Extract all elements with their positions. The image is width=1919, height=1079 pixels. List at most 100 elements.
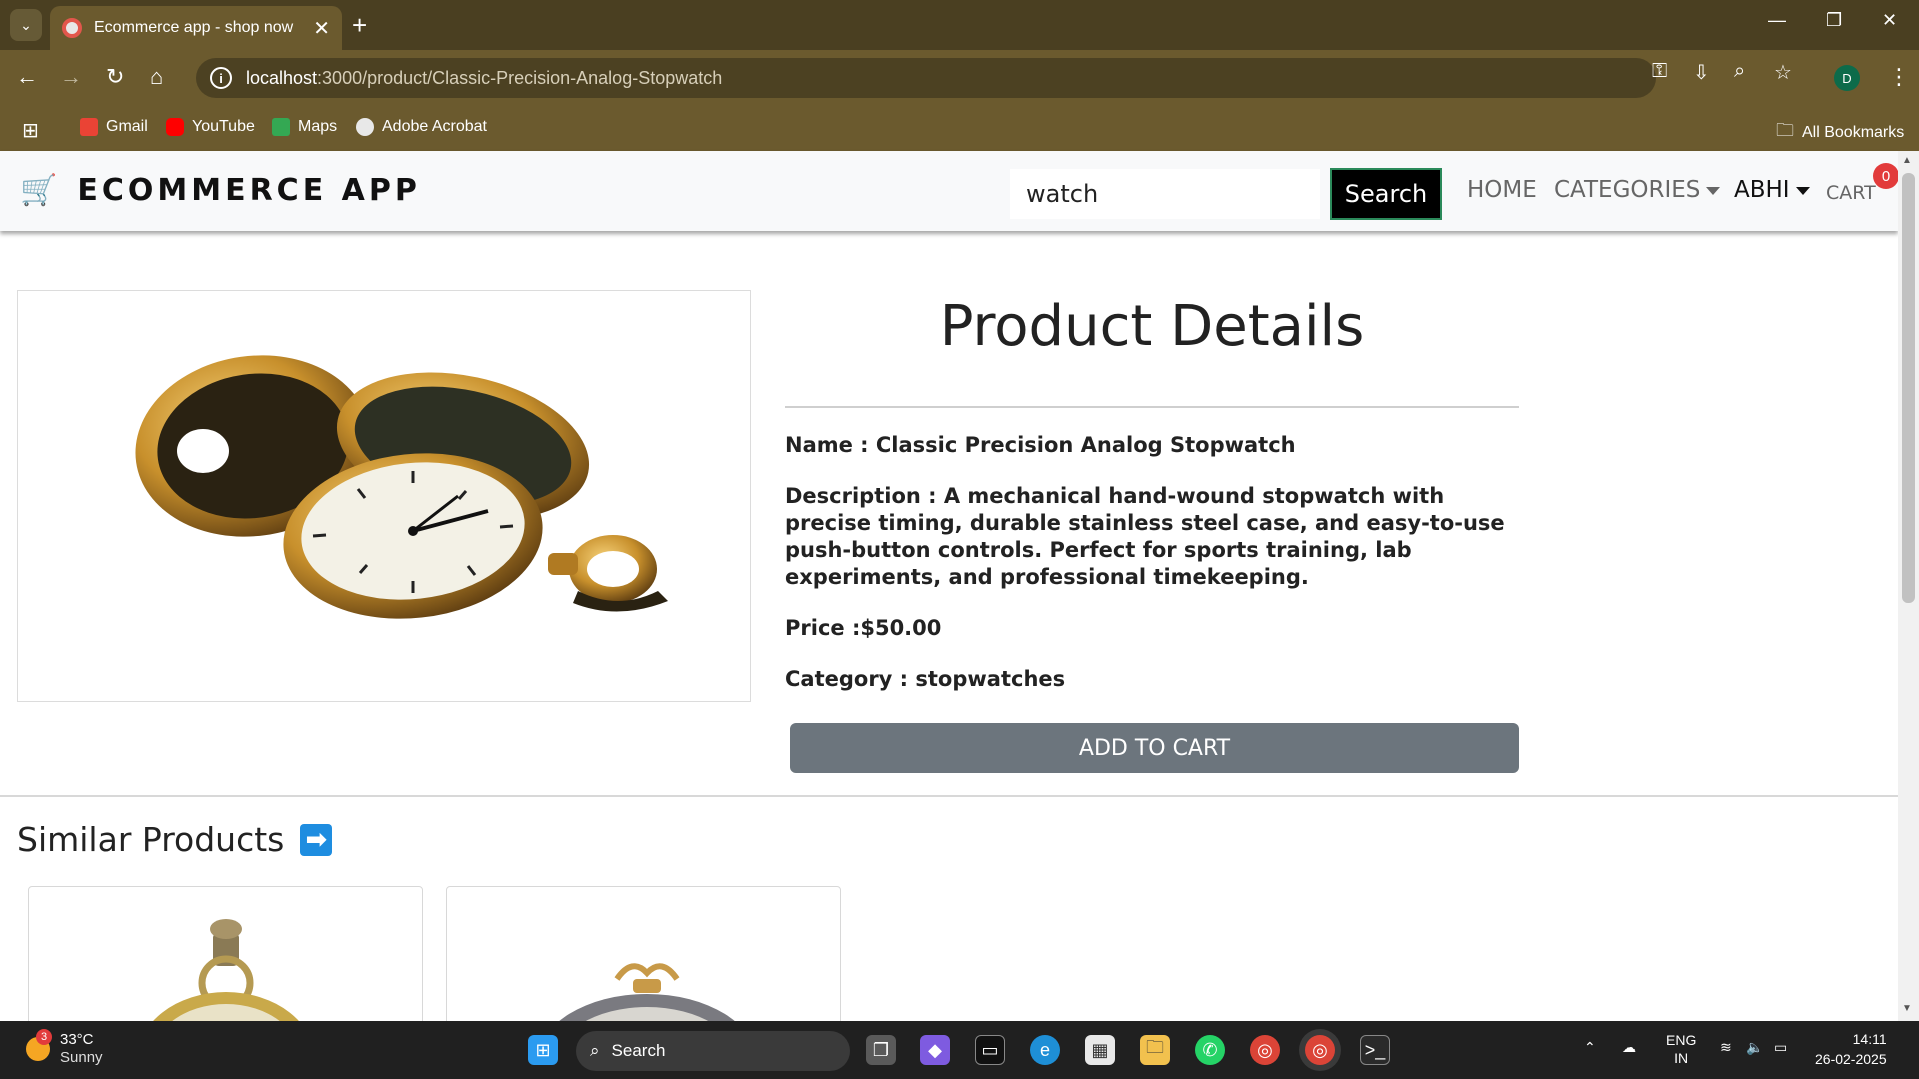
tab-favicon-icon: [62, 18, 82, 38]
browser-toolbar: ← → ↻ ⌂ i localhost:3000/product/Classic…: [0, 50, 1919, 106]
similar-product-card[interactable]: [28, 886, 423, 1026]
taskbar-search-label: Search: [611, 1041, 666, 1060]
battery-icon[interactable]: ▭: [1774, 1039, 1787, 1056]
similar-products-title: Similar Products: [17, 820, 285, 859]
product-details-heading: Product Details: [939, 294, 1365, 359]
restore-icon[interactable]: ❐: [1826, 10, 1842, 31]
details-divider: [785, 406, 1519, 408]
search-button[interactable]: Search: [1330, 168, 1442, 220]
zoom-icon[interactable]: ⌕: [1734, 60, 1745, 83]
maps-icon: [272, 118, 290, 136]
terminal-window-icon[interactable]: ▭: [975, 1035, 1005, 1065]
bookmark-maps[interactable]: Maps: [272, 118, 337, 136]
password-key-icon[interactable]: ⚿: [1652, 60, 1667, 83]
similar-product-image: [149, 919, 303, 1025]
bookmark-youtube[interactable]: YouTube: [166, 118, 255, 136]
site-info-icon[interactable]: i: [210, 67, 232, 89]
nav-cart[interactable]: CART: [1826, 182, 1876, 204]
product-price: Price :$50.00: [785, 616, 942, 640]
bookmark-star-icon[interactable]: ☆: [1774, 60, 1792, 85]
cart-count-badge: 0: [1873, 163, 1899, 189]
volume-icon[interactable]: 🔈: [1746, 1039, 1763, 1056]
weather-desc: Sunny: [60, 1049, 103, 1066]
shopping-cart-icon: 🛒: [20, 174, 58, 207]
nav-user-dropdown[interactable]: ABHI: [1734, 177, 1810, 203]
brand-link[interactable]: 🛒 ECOMMERCE APP: [20, 173, 421, 208]
gmail-icon: [80, 118, 98, 136]
product-details: Product Details Name : Classic Precision…: [785, 290, 1519, 693]
chrome-icon[interactable]: ◎: [1250, 1035, 1280, 1065]
scroll-thumb[interactable]: [1902, 173, 1915, 603]
apps-grid-icon[interactable]: ⊞: [22, 118, 39, 143]
browser-menu-icon[interactable]: ⋮: [1888, 64, 1910, 90]
command-prompt-icon[interactable]: >_: [1360, 1035, 1390, 1065]
windows-start-icon[interactable]: ⊞: [528, 1035, 558, 1065]
similar-products-heading: Similar Products ➡: [17, 820, 333, 859]
product-image: [17, 290, 751, 702]
weather-temp: 33°C: [60, 1031, 94, 1048]
folder-icon: 🗀: [1776, 120, 1794, 140]
taskbar-search[interactable]: ⌕ Search: [576, 1031, 850, 1071]
sun-icon: 3: [26, 1029, 52, 1061]
close-tab-icon[interactable]: ✕: [313, 16, 330, 41]
pocket-watch-image: [135, 355, 668, 619]
nav-home[interactable]: HOME: [1467, 177, 1537, 203]
wifi-icon[interactable]: ≋: [1720, 1039, 1732, 1056]
bookmarks-bar: ⊞ Gmail YouTube Maps Adobe Acrobat 🗀 All …: [0, 106, 1919, 151]
right-arrow-icon: ➡: [300, 823, 333, 856]
new-tab-icon[interactable]: +: [352, 10, 367, 40]
store-icon[interactable]: ▦: [1085, 1035, 1115, 1065]
weather-widget[interactable]: 3 33°C Sunny: [26, 1029, 103, 1067]
clock-time: 14:11: [1852, 1031, 1887, 1047]
install-app-icon[interactable]: ⇩: [1693, 60, 1710, 85]
youtube-icon: [166, 118, 184, 136]
language-indicator[interactable]: ENG IN: [1666, 1031, 1696, 1067]
system-clock[interactable]: 14:11 26-02-2025: [1815, 1029, 1887, 1069]
nav-categories-label: CATEGORIES: [1554, 177, 1701, 203]
copilot-icon[interactable]: ◆: [920, 1035, 950, 1065]
clock-date: 26-02-2025: [1815, 1051, 1887, 1067]
edge-icon[interactable]: e: [1030, 1035, 1060, 1065]
browser-tab[interactable]: Ecommerce app - shop now ✕: [50, 6, 342, 50]
scroll-up-icon[interactable]: ▲: [1902, 155, 1912, 166]
add-to-cart-button[interactable]: ADD TO CART: [790, 723, 1519, 773]
brand-name: ECOMMERCE APP: [77, 173, 421, 208]
tab-title: Ecommerce app - shop now: [94, 19, 294, 36]
section-divider: [0, 795, 1898, 797]
forward-icon[interactable]: →: [60, 64, 82, 90]
address-bar[interactable]: i localhost:3000/product/Classic-Precisi…: [196, 58, 1656, 98]
task-view-icon[interactable]: ❐: [866, 1035, 896, 1065]
whatsapp-icon[interactable]: ✆: [1195, 1035, 1225, 1065]
minimize-icon[interactable]: —: [1768, 10, 1786, 31]
weather-badge: 3: [36, 1029, 52, 1045]
all-bookmarks[interactable]: 🗀 All Bookmarks: [1776, 118, 1904, 148]
lang-bottom: IN: [1674, 1050, 1689, 1066]
app-navbar: 🛒 ECOMMERCE APP Search HOME CATEGORIES A…: [0, 151, 1899, 231]
reload-icon[interactable]: ↻: [106, 64, 124, 90]
product-description: Description : A mechanical hand-wound st…: [785, 484, 1505, 589]
browser-tab-bar: ⌄ Ecommerce app - shop now ✕ + — ❐ ✕: [0, 0, 1919, 50]
file-explorer-icon[interactable]: 🗀: [1140, 1035, 1170, 1065]
profile-avatar[interactable]: D: [1834, 65, 1860, 91]
product-name: Name : Classic Precision Analog Stopwatc…: [785, 433, 1296, 457]
tab-search-chevron-icon[interactable]: ⌄: [10, 9, 42, 41]
similar-product-card[interactable]: [446, 886, 841, 1026]
onedrive-icon[interactable]: ☁: [1622, 1039, 1636, 1056]
url-host: localhost: [246, 67, 318, 88]
scroll-down-icon[interactable]: ▼: [1902, 1003, 1912, 1014]
globe-icon: [356, 118, 374, 136]
lang-top: ENG: [1666, 1032, 1697, 1048]
nav-categories-dropdown[interactable]: CATEGORIES: [1554, 177, 1721, 203]
url-path: :3000/product/Classic-Precision-Analog-S…: [317, 67, 723, 88]
search-input[interactable]: [1010, 169, 1320, 219]
bookmark-adobe-acrobat[interactable]: Adobe Acrobat: [356, 118, 487, 136]
home-icon[interactable]: ⌂: [150, 64, 163, 90]
close-window-icon[interactable]: ✕: [1882, 10, 1897, 31]
windows-taskbar: 3 33°C Sunny ⊞ ⌕ Search ❐ ◆ ▭ e ▦ 🗀 ✆ ◎ …: [0, 1021, 1919, 1079]
page-scrollbar[interactable]: ▲ ▼: [1898, 151, 1919, 1021]
nav-user-label: ABHI: [1734, 177, 1790, 203]
show-hidden-icons[interactable]: ⌃: [1584, 1039, 1596, 1056]
chrome-active-icon[interactable]: ◎: [1305, 1035, 1335, 1065]
back-icon[interactable]: ←: [16, 64, 38, 90]
bookmark-gmail[interactable]: Gmail: [80, 118, 148, 136]
